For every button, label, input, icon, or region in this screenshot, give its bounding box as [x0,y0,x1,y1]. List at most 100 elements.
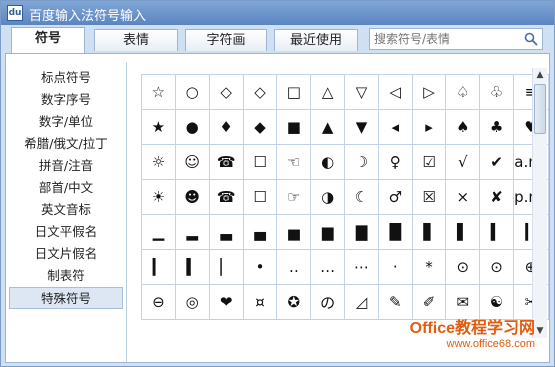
symbol-cell[interactable]: ☎ [208,179,244,215]
symbol-cell[interactable]: ▍ [479,214,514,250]
symbol-cell[interactable]: ‥ [276,249,312,285]
search-input[interactable] [374,31,520,47]
symbol-cell[interactable]: … [310,249,346,285]
symbol-cell[interactable]: ✘ [479,179,514,215]
symbol-cell[interactable]: ★ [141,109,176,145]
category-box-drawing[interactable]: 制表符 [9,265,123,287]
symbol-cell[interactable]: ▷ [411,74,447,110]
category-hiragana[interactable]: 日文平假名 [9,221,123,243]
symbol-cell[interactable]: ○ [174,74,210,110]
symbol-cell[interactable]: ☜ [276,144,312,180]
symbol-cell[interactable]: · [377,249,413,285]
symbol-cell[interactable]: ☺ [174,144,210,180]
symbol-cell[interactable]: ● [174,109,210,145]
symbol-cell[interactable]: ♣ [479,109,514,145]
symbol-cell[interactable]: ☼ [141,144,176,180]
vertical-scrollbar[interactable]: ▲ ▼ [532,68,547,338]
category-punctuation[interactable]: 标点符号 [9,67,123,89]
symbol-cell[interactable]: ⊖ [141,284,176,320]
symbol-cell[interactable]: • [242,249,278,285]
symbol-cell[interactable]: █ [377,214,413,250]
symbol-cell[interactable]: の [310,284,346,320]
symbol-cell[interactable]: ☞ [276,179,312,215]
symbol-cell[interactable]: ☑ [411,144,447,180]
symbol-cell[interactable]: ▼ [344,109,379,145]
symbol-cell[interactable]: ❤ [208,284,244,320]
symbol-cell[interactable]: ☾ [344,179,379,215]
symbol-cell[interactable]: ◐ [310,144,346,180]
symbol-cell[interactable]: ▄ [242,214,278,250]
symbol-cell[interactable]: ◆ [242,109,278,145]
symbol-cell[interactable]: ✪ [276,284,312,320]
symbol-cell[interactable]: ♦ [208,109,244,145]
symbol-cell[interactable]: ▽ [344,74,379,110]
symbol-cell[interactable]: ▆ [310,214,346,250]
symbol-cell[interactable]: ▏ [208,249,244,285]
symbol-cell[interactable]: ⊙ [479,249,514,285]
category-sidebar: 标点符号 数字序号 数字/单位 希腊/俄文/拉丁 拼音/注音 部首/中文 英文音… [9,67,123,309]
symbol-cell[interactable]: ✔ [479,144,514,180]
category-pinyin[interactable]: 拼音/注音 [9,155,123,177]
symbol-cell[interactable]: ⊙ [445,249,481,285]
symbol-cell[interactable]: ▍ [174,249,210,285]
symbol-cell[interactable]: ■ [276,109,312,145]
symbol-cell[interactable]: ☐ [242,144,278,180]
symbol-cell[interactable]: ▎ [141,249,176,285]
scroll-up-icon[interactable]: ▲ [533,68,547,82]
category-greek-russian-latin[interactable]: 希腊/俄文/拉丁 [9,133,123,155]
symbol-cell[interactable]: ▌ [445,214,481,250]
symbol-cell[interactable]: ☻ [174,179,210,215]
symbol-cell[interactable]: ¤ [242,284,278,320]
symbol-cell[interactable]: ◁ [377,74,413,110]
app-icon: du [7,5,23,21]
symbol-cell[interactable]: ▁ [141,214,176,250]
symbol-cell[interactable]: ✎ [377,284,413,320]
symbol-cell[interactable]: ♤ [445,74,481,110]
symbol-cell[interactable]: ◑ [310,179,346,215]
symbol-cell[interactable]: ♠ [445,109,481,145]
symbol-cell[interactable]: □ [276,74,312,110]
symbol-cell[interactable]: ▇ [344,214,379,250]
category-number-unit[interactable]: 数字/单位 [9,111,123,133]
search-icon[interactable] [524,32,538,46]
symbol-cell[interactable]: ☎ [208,144,244,180]
symbol-cell[interactable]: ♂ [377,179,413,215]
symbol-cell[interactable]: △ [310,74,346,110]
symbol-cell[interactable]: ◇ [242,74,278,110]
symbol-cell[interactable]: ▂ [174,214,210,250]
title-bar[interactable]: du 百度输入法符号输入 [1,1,554,25]
tab-emoticons[interactable]: 表情 [94,29,178,51]
symbol-cell[interactable]: ☒ [411,179,447,215]
symbol-cell[interactable]: ☐ [242,179,278,215]
symbol-cell[interactable]: ◿ [344,284,379,320]
symbol-cell[interactable]: ◂ [377,109,413,145]
symbol-cell[interactable]: ◎ [174,284,210,320]
symbol-cell[interactable]: ⋯ [344,249,379,285]
symbol-cell[interactable]: ▃ [208,214,244,250]
symbol-cell[interactable]: ◇ [208,74,244,110]
symbol-cell[interactable]: ▸ [411,109,447,145]
symbol-cell[interactable]: ☆ [141,74,176,110]
symbol-cell[interactable]: × [445,179,481,215]
tab-symbols[interactable]: 符号 [11,27,85,53]
tab-recent[interactable]: 最近使用 [274,29,358,51]
symbol-cell[interactable]: ☽ [344,144,379,180]
category-katakana[interactable]: 日文片假名 [9,243,123,265]
symbol-cell[interactable]: ♀ [377,144,413,180]
category-number-sequence[interactable]: 数字序号 [9,89,123,111]
symbol-cell[interactable]: ☀ [141,179,176,215]
window-title: 百度输入法符号输入 [29,9,147,24]
category-phonetic[interactable]: 英文音标 [9,199,123,221]
category-special-symbols[interactable]: 特殊符号 [9,287,123,309]
scroll-thumb[interactable] [534,84,546,134]
symbol-cell[interactable]: √ [445,144,481,180]
tab-char-art[interactable]: 字符画 [185,29,267,51]
symbol-cell[interactable]: ♧ [479,74,514,110]
category-radicals[interactable]: 部首/中文 [9,177,123,199]
symbol-cell[interactable]: ▲ [310,109,346,145]
symbol-cell[interactable]: * [411,249,447,285]
symbol-cell[interactable]: ▅ [276,214,312,250]
symbol-grid: ☆ ○ ◇ ◇ □ △ ▽ ◁ ▷ ♤ ♧ ≡ ★ ● ♦ ◆ ■ ▲ ▼ ◂ ▸ ♠ ♣ ♥ ☼ ☺ ☎ ☐ ☜ ◐ ☽ ♀ ☑ √ ✔ a.m. ☀… [141,74,550,320]
symbol-cell[interactable]: ▋ [411,214,447,250]
scroll-down-icon[interactable]: ▼ [533,324,547,338]
